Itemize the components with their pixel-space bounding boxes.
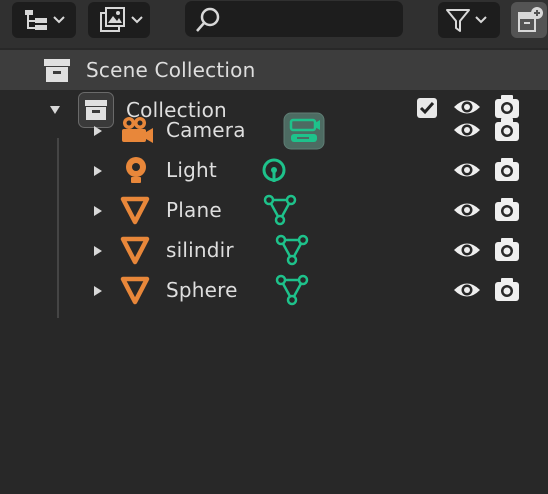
mesh-data-icon[interactable] (275, 234, 309, 270)
view-layer-icon (98, 5, 128, 35)
funnel-icon (444, 6, 472, 34)
new-collection-icon (515, 5, 545, 35)
eye-icon[interactable] (452, 197, 482, 227)
chevron-down-icon (130, 13, 144, 27)
eye-icon[interactable] (452, 157, 482, 187)
expand-triangle-icon[interactable] (91, 123, 105, 142)
search-field[interactable] (185, 1, 403, 37)
expand-triangle-icon[interactable] (91, 283, 105, 302)
tree-row-light[interactable]: Light (0, 150, 548, 190)
expand-triangle-icon[interactable] (91, 203, 105, 222)
expand-triangle-icon[interactable] (91, 243, 105, 262)
mesh-data-icon[interactable] (263, 194, 297, 230)
tree-row-silindir[interactable]: silindir (0, 230, 548, 270)
filter-dropdown[interactable] (438, 2, 500, 38)
search-icon (193, 5, 223, 39)
tree-label-silindir: silindir (166, 238, 234, 262)
chevron-down-icon (52, 13, 66, 27)
eye-icon[interactable] (452, 277, 482, 307)
chevron-down-icon (474, 13, 488, 27)
tree-label-scene-collection: Scene Collection (86, 58, 256, 82)
camera-object-icon (120, 115, 154, 149)
mesh-object-icon (120, 235, 150, 269)
mesh-object-icon (120, 195, 150, 229)
camera-data-icon[interactable] (283, 112, 325, 154)
eye-icon[interactable] (452, 94, 482, 124)
outliner-header (0, 0, 548, 48)
outliner-display-mode-icon (22, 6, 50, 34)
camera-render-icon[interactable] (493, 196, 521, 228)
scene-collection-icon (42, 56, 72, 88)
camera-render-icon[interactable] (493, 156, 521, 188)
display-mode-dropdown[interactable] (12, 2, 76, 38)
camera-render-icon[interactable] (493, 236, 521, 268)
eye-icon[interactable] (452, 237, 482, 267)
tree-row-plane[interactable]: Plane (0, 190, 548, 230)
camera-render-icon[interactable] (493, 276, 521, 308)
mesh-object-icon (120, 275, 150, 309)
tree-row-sphere[interactable]: Sphere (0, 270, 548, 310)
tree-label-light: Light (166, 158, 217, 182)
expand-triangle-icon[interactable] (91, 163, 105, 182)
tree-label-camera: Camera (166, 118, 246, 142)
tree-label-plane: Plane (166, 198, 222, 222)
light-data-icon[interactable] (260, 156, 288, 190)
mesh-data-icon[interactable] (275, 274, 309, 310)
search-input[interactable] (225, 7, 399, 33)
tree-label-sphere: Sphere (166, 278, 238, 302)
new-collection-button[interactable] (511, 2, 547, 38)
camera-render-icon[interactable] (493, 93, 521, 125)
view-layer-filter-dropdown[interactable] (88, 2, 150, 38)
light-object-icon (121, 155, 151, 189)
tree-row-scene-collection[interactable]: Scene Collection (0, 50, 548, 90)
